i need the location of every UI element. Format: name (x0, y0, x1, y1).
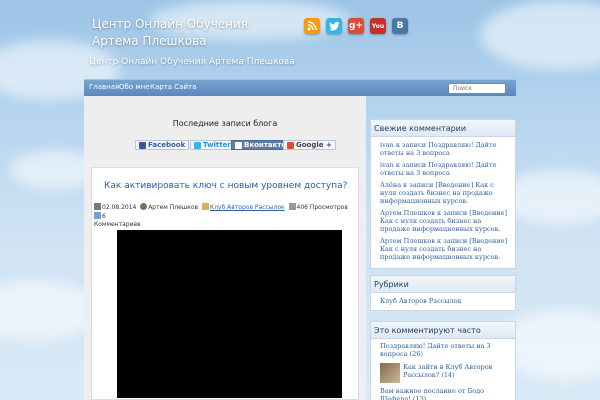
main-content: Последние записи блога Facebook 4 Twitte… (84, 96, 366, 400)
vkontakte-small-icon (235, 141, 242, 149)
comment-item[interactable]: Артем Плешков к записи [Введение] Как с … (371, 209, 515, 233)
popular-item-with-thumb[interactable]: Как зайти в Клуб Авторов Рассылок? (14) (371, 363, 515, 383)
post-card: Как активировать ключ с новым уровнем до… (91, 167, 359, 400)
post-views: 406 Просмотров (296, 204, 348, 211)
views-icon (288, 203, 296, 210)
facebook-label: Facebook (148, 141, 186, 149)
popular-title: Это комментируют часто (371, 322, 515, 339)
social-icons: g+ You B (304, 18, 408, 34)
video-player[interactable] (117, 230, 342, 398)
twitter-label: Twitter (203, 141, 231, 149)
search-input[interactable] (448, 83, 506, 94)
post-date: 02.08.2014 (102, 204, 137, 211)
recent-posts-heading: Последние записи блога (172, 119, 278, 128)
twitter-share[interactable]: Twitter (190, 140, 235, 150)
google-label: Google + (296, 141, 332, 149)
post-category-link[interactable]: Клуб Авторов Рассылок (210, 204, 285, 211)
twitter-share-button[interactable]: Twitter (190, 140, 235, 150)
folder-icon (201, 203, 209, 210)
google-small-icon (287, 141, 294, 149)
post-comments-count[interactable]: 6 (102, 213, 106, 220)
google-share-button[interactable]: Google + (283, 140, 336, 150)
vkontakte-share-button[interactable]: Вконтакте (231, 140, 291, 150)
site-title[interactable]: Центр Онлайн Обучения Артема Плешкова (92, 16, 272, 50)
rubric-item[interactable]: Клуб Авторов Рассылок (371, 297, 515, 305)
popular-item-label[interactable]: Как зайти в Клуб Авторов Рассылок? (14) (403, 363, 509, 383)
site-description: Центр Онлайн Обучения Артема Плешкова (89, 57, 295, 67)
comment-item[interactable]: Артем Плешков к записи [Введение] Как с … (371, 237, 515, 261)
site-wrapper: Центр Онлайн Обучения Артема Плешкова Це… (84, 13, 516, 400)
rss-icon[interactable] (304, 18, 320, 34)
nav-item-home[interactable]: Главная (89, 83, 119, 91)
author-icon (140, 203, 148, 210)
rubrics-title: Рубрики (371, 276, 515, 293)
recent-comments-widget: Свежие комментарии ivan к записи Поздрав… (370, 119, 516, 269)
popular-item[interactable]: Вам важное послание от Бодо Шефера! (13) (371, 387, 515, 400)
recent-comments-title: Свежие комментарии (371, 120, 515, 137)
comment-item[interactable]: ivan к записи Поздравляю! Дайте ответы н… (371, 141, 515, 157)
facebook-icon (139, 141, 146, 149)
facebook-share-button[interactable]: Facebook (135, 140, 190, 150)
post-author: Артем Плешков (148, 204, 199, 211)
google-share[interactable]: Google + (283, 140, 336, 150)
vkontakte-share[interactable]: Вконтакте (231, 140, 291, 150)
site-header: Центр Онлайн Обучения Артема Плешкова Це… (84, 13, 516, 79)
comment-item[interactable]: Алёна к записи [Введение] Как с нуля соз… (371, 181, 515, 205)
twitter-small-icon (194, 141, 201, 149)
nav-item-sitemap[interactable]: Карта Сайта (150, 83, 196, 91)
popular-item[interactable]: Поздравляю! Дайте ответы на 3 вопроса (2… (371, 342, 515, 358)
youtube-icon[interactable]: You (370, 18, 386, 34)
sidebar: Свежие комментарии ivan к записи Поздрав… (370, 96, 516, 400)
google-plus-icon[interactable]: g+ (348, 18, 364, 34)
main-navigation: Главная Обо мне Карта Сайта (84, 79, 516, 96)
twitter-glyph (328, 21, 339, 31)
post-title[interactable]: Как активировать ключ с новым уровнем до… (104, 181, 347, 191)
post-thumbnail[interactable] (380, 363, 400, 383)
comments-icon (94, 212, 101, 219)
rubrics-widget: Рубрики Клуб Авторов Рассылок (370, 275, 516, 311)
post-meta: 02.08.2014 Артем Плешков Клуб Авторов Ра… (94, 203, 356, 229)
twitter-icon[interactable] (326, 18, 342, 34)
post-comments-label[interactable]: Комментариев (94, 221, 141, 228)
vkontakte-icon[interactable]: B (392, 18, 408, 34)
comment-item[interactable]: ivan к записи Поздравляю! Дайте ответы н… (371, 161, 515, 177)
vkontakte-label: Вконтакте (244, 141, 287, 149)
calendar-icon (94, 203, 101, 210)
rss-glyph (307, 21, 317, 31)
popular-widget: Это комментируют часто Поздравляю! Дайте… (370, 321, 516, 400)
nav-item-about[interactable]: Обо мне (119, 83, 150, 91)
